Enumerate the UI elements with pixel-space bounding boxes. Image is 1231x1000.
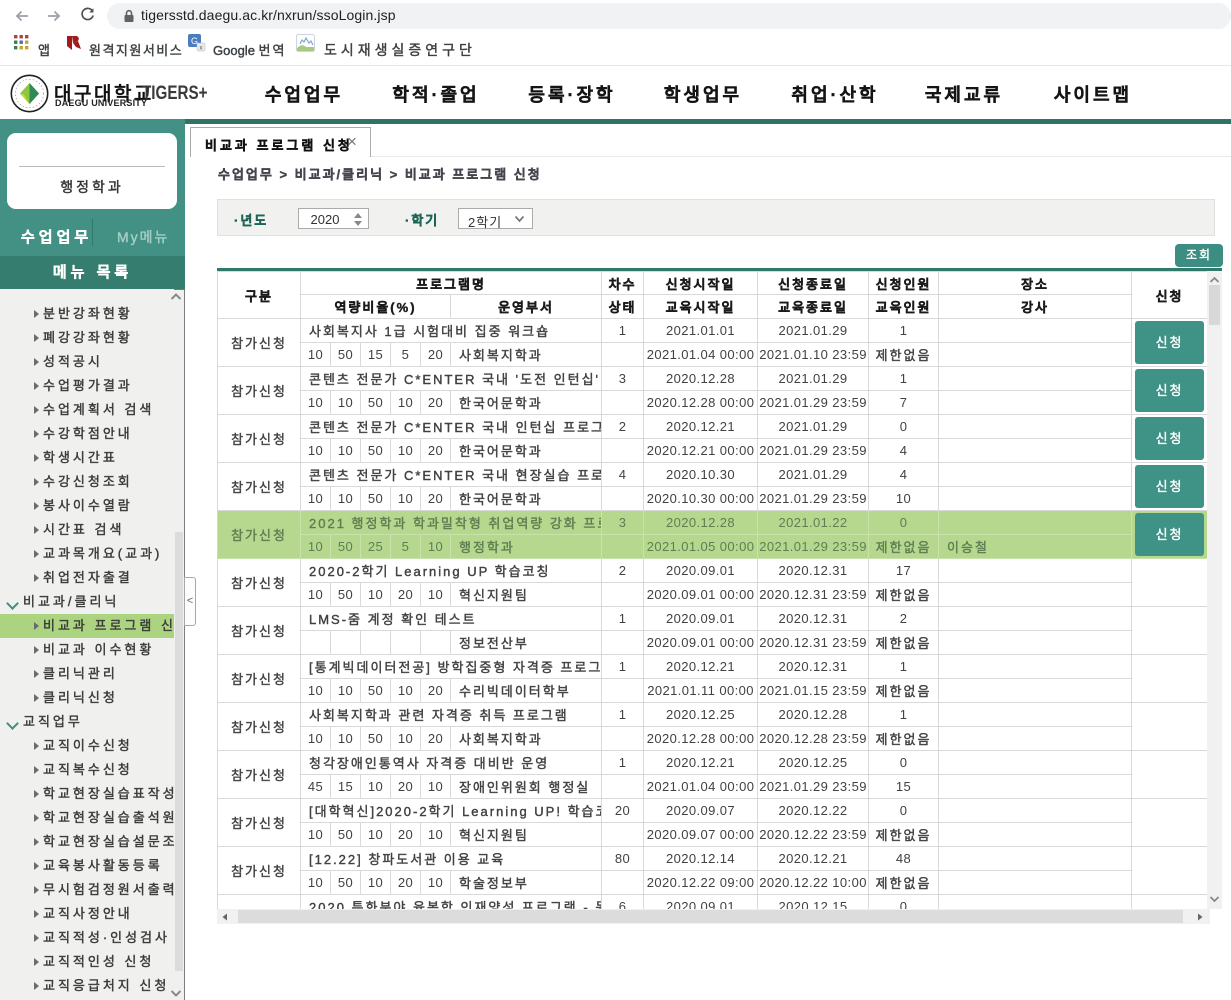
svg-text:x: x [200, 46, 203, 52]
